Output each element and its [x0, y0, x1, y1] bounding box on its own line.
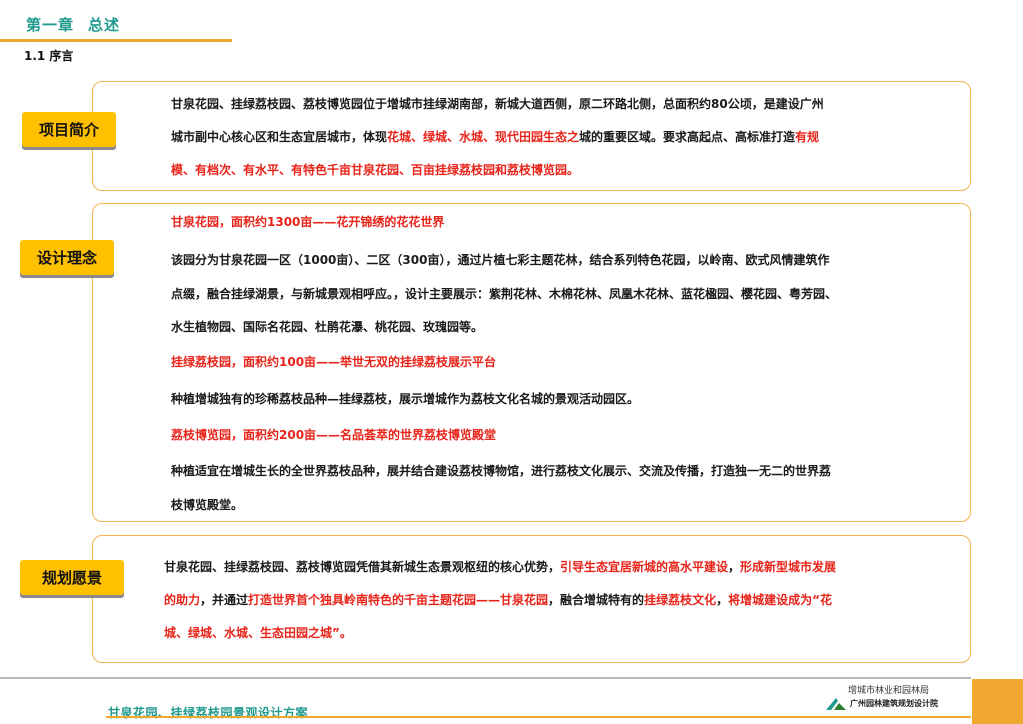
vision-highlight: 将增城建设成为“花 — [728, 593, 832, 607]
intro-highlight: 模、有档次、有水平、有特色千亩甘泉花园、百亩挂绿荔枝园和荔枝博览园。 — [171, 163, 580, 177]
chapter-title: 第一章 总述 — [26, 14, 134, 35]
vision-line: 甘泉花园、挂绿荔枝园、荔枝博览园凭借其新城生态景观枢纽的核心优势，引导生态宜居新… — [164, 551, 836, 584]
vision-line: 城、绿城、水城、生态田园之城”。 — [164, 617, 836, 650]
section-title: 1.1 序言 — [24, 49, 74, 63]
vision-highlight: 城、绿城、水城、生态田园之城”。 — [164, 626, 352, 640]
intro-text: 甘泉花园、挂绿荔枝园、荔枝博览园位于增城市挂绿湖南部，新城大道西侧，原二环路北侧… — [171, 88, 824, 187]
chapter-name: 总述 — [88, 16, 121, 34]
intro-segment: 甘泉花园、挂绿荔枝园、荔枝博览园位于增城市挂绿湖南部，新城大道西侧，原二环路北侧… — [171, 97, 824, 111]
concept-paragraph-line: 种植适宜在增城生长的全世界荔枝品种，展并结合建设荔枝博物馆，进行荔枝文化展示、交… — [171, 464, 832, 478]
concept-tag: 设计理念 — [20, 240, 114, 275]
vision-segment: ，融合增城特有的 — [548, 593, 645, 607]
intro-line: 模、有档次、有水平、有特色千亩甘泉花园、百亩挂绿荔枝园和荔枝博览园。 — [171, 154, 824, 187]
concept-paragraph-line: 点缀，融合挂绿湖景，与新城景观相呼应。，设计主要展示：紫荆花林、木棉花林、凤凰木… — [171, 287, 838, 301]
concept-heading-lychee-expo: 荔枝博览园，面积约200亩——名品荟萃的世界荔枝博览殿堂 — [171, 428, 497, 442]
footer-underline — [106, 716, 971, 718]
vision-segment: ，并通过 — [200, 593, 249, 607]
vision-highlight: 的助力 — [164, 593, 201, 607]
vision-tag: 规划愿景 — [20, 560, 124, 595]
footer-divider — [0, 677, 971, 679]
title-underline — [0, 39, 232, 42]
concept-paragraph-line: 该园分为甘泉花园一区（1000亩）、二区（300亩），通过片植七彩主题花林，结合… — [171, 253, 830, 267]
vision-text: 甘泉花园、挂绿荔枝园、荔枝博览园凭借其新城生态景观枢纽的核心优势，引导生态宜居新… — [164, 551, 836, 650]
concept-paragraph-line: 枝博览殿堂。 — [171, 498, 244, 512]
concept-heading-lychee-orchard: 挂绿荔枝园，面积约100亩——举世无双的挂绿荔枝展示平台 — [171, 355, 497, 369]
footer-corner-block — [972, 679, 1023, 724]
intro-tag: 项目简介 — [22, 112, 116, 147]
vision-segment: ， — [728, 560, 741, 574]
intro-segment: 城市副中心核心区和生态宜居城市，体现 — [171, 130, 388, 144]
intro-highlight: 有规 — [795, 130, 820, 144]
chapter-number: 第一章 — [26, 16, 75, 34]
intro-segment: 城的重要区域。要求高起点、高标准打造 — [579, 130, 796, 144]
vision-segment: 甘泉花园、挂绿荔枝园、荔枝博览园凭借其新城生态景观枢纽的核心优势， — [164, 560, 561, 574]
vision-highlight: 形成新型城市发展 — [740, 560, 837, 574]
concept-heading-garden: 甘泉花园，面积约1300亩——花开锦绣的花花世界 — [171, 215, 445, 229]
concept-paragraph-line: 水生植物园、国际名花园、杜鹃花瀑、桃花园、玫瑰园等。 — [171, 320, 484, 334]
vision-line: 的助力，并通过打造世界首个独具岭南特色的千亩主题花园——甘泉花园，融合增城特有的… — [164, 584, 836, 617]
concept-paragraph-line: 种植增城独有的珍稀荔枝品种—挂绿荔枝，展示增城作为荔枝文化名城的景观活动园区。 — [171, 392, 640, 406]
vision-highlight: 打造世界首个独具岭南特色的千亩主题花园——甘泉花园 — [248, 593, 549, 607]
footer-project-title: 甘泉花园、挂绿荔枝园景观设计方案 — [108, 706, 309, 720]
intro-highlight: 花城、绿城、水城、现代田园生态之 — [387, 130, 580, 144]
footer-org-design-institute: 广州园林建筑规划设计院 — [850, 699, 938, 708]
institute-logo-icon — [826, 698, 846, 710]
vision-highlight: 挂绿荔枝文化 — [644, 593, 717, 607]
intro-line: 城市副中心核心区和生态宜居城市，体现花城、绿城、水城、现代田园生态之城的重要区域… — [171, 121, 824, 154]
intro-line: 甘泉花园、挂绿荔枝园、荔枝博览园位于增城市挂绿湖南部，新城大道西侧，原二环路北侧… — [171, 88, 824, 121]
vision-highlight: 引导生态宜居新城的高水平建设 — [560, 560, 729, 574]
vision-segment: ， — [716, 593, 729, 607]
footer-org-forestry-bureau: 增城市林业和园林局 — [848, 686, 930, 696]
